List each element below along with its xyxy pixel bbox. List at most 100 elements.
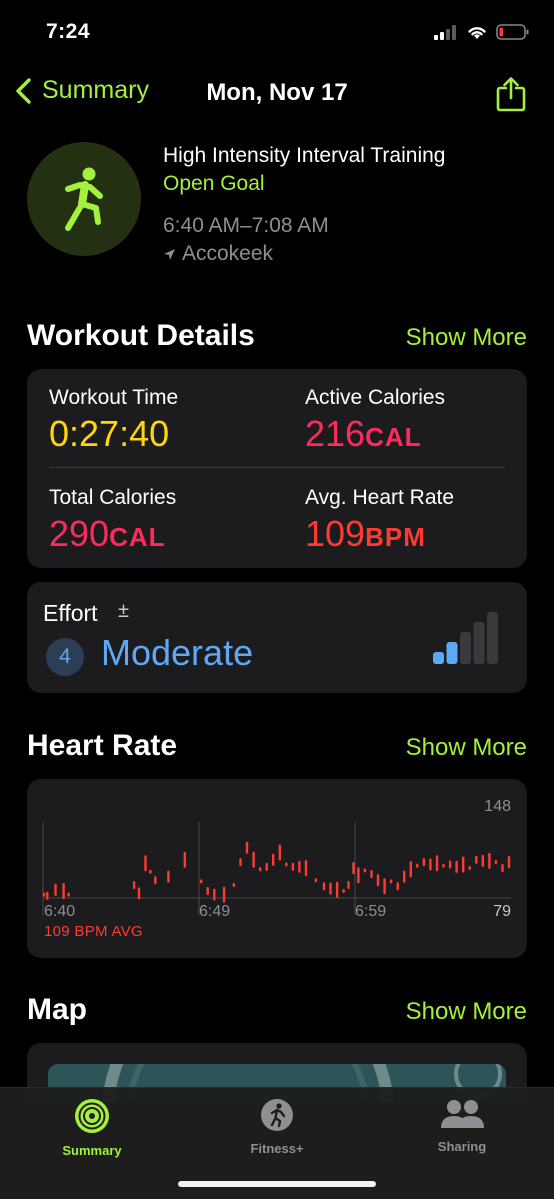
effort-score-badge: 4 xyxy=(46,638,84,676)
heart-rate-point xyxy=(258,867,262,872)
heart-rate-point xyxy=(409,861,412,878)
workout-name: High Intensity Interval Training xyxy=(163,144,446,167)
heart-rate-point xyxy=(435,855,439,872)
heart-rate-point xyxy=(455,860,458,873)
heart-rate-point xyxy=(481,854,484,867)
metric-active-calories: Active Calories 216CAL xyxy=(305,385,445,458)
metric-value: 290CAL xyxy=(49,513,176,558)
heart-rate-point xyxy=(389,879,393,884)
heart-rate-point xyxy=(370,870,373,879)
heart-rate-point xyxy=(62,883,65,899)
metric-total-calories: Total Calories 290CAL xyxy=(49,485,176,558)
workout-goal: Open Goal xyxy=(163,172,265,195)
workout-type-badge xyxy=(27,142,141,256)
status-icons xyxy=(434,24,530,40)
cellular-signal-icon xyxy=(434,24,456,40)
metric-label: Workout Time xyxy=(49,386,179,409)
effort-label: Effort xyxy=(43,600,98,626)
heart-rate-point xyxy=(347,881,350,889)
effort-meter-bar xyxy=(487,612,498,664)
heart-rate-point xyxy=(383,878,386,895)
heart-rate-point xyxy=(376,874,380,887)
metric-unit: CAL xyxy=(109,522,166,552)
metric-label: Active Calories xyxy=(305,386,446,409)
heart-rate-point xyxy=(422,858,426,867)
heart-rate-point xyxy=(167,870,170,883)
details-show-more-link[interactable]: Show More xyxy=(406,324,527,352)
divider xyxy=(49,467,505,468)
effort-meter-bar xyxy=(446,642,458,664)
metric-value: 109BPM xyxy=(305,513,454,558)
heart-rate-point xyxy=(442,863,445,868)
metric-label: Avg. Heart Rate xyxy=(305,486,455,509)
heart-rate-point xyxy=(285,862,288,867)
heart-rate-point xyxy=(222,886,226,903)
heart-rate-point xyxy=(154,876,157,885)
map-show-more-link[interactable]: Show More xyxy=(406,998,527,1026)
heart-rate-point xyxy=(403,870,406,883)
heart-rate-point xyxy=(252,851,255,868)
heart-rate-point xyxy=(239,858,242,867)
page-title: Mon, Nov 17 xyxy=(206,79,348,106)
workout-location: Accokeek xyxy=(163,240,445,268)
heart-rate-point xyxy=(232,883,236,887)
heart-rate-point xyxy=(149,869,152,874)
map-header: Map Show More xyxy=(27,993,527,1033)
share-button[interactable] xyxy=(496,76,526,117)
tab-sharing[interactable]: Sharing xyxy=(392,1098,532,1154)
activity-rings-icon xyxy=(75,1099,109,1133)
workout-time-range: 6:40 AM–7:08 AM xyxy=(163,214,329,237)
heart-rate-point xyxy=(329,882,332,895)
heart-rate-point xyxy=(475,855,478,864)
heart-rate-point xyxy=(132,881,136,889)
metric-number: 290 xyxy=(49,513,110,554)
metric-avg-heart-rate: Avg. Heart Rate 109BPM xyxy=(305,485,454,558)
workout-details-header: Workout Details Show More xyxy=(27,319,527,359)
tab-label: Sharing xyxy=(437,1139,487,1154)
heart-rate-point xyxy=(462,856,465,873)
effort-meter-bar xyxy=(473,622,485,664)
heart-rate-point xyxy=(265,862,268,871)
effort-card[interactable]: Effort ± 4 Moderate xyxy=(27,582,527,693)
heart-rate-point xyxy=(352,862,355,875)
heart-rate-show-more-link[interactable]: Show More xyxy=(406,734,527,762)
heart-rate-point xyxy=(278,844,281,861)
heart-rate-point xyxy=(291,862,295,871)
x-tick-label: 6:49 xyxy=(199,903,230,920)
navigation-bar: Summary Mon, Nov 17 xyxy=(0,66,554,124)
heart-rate-point xyxy=(298,860,301,873)
sharing-people-icon xyxy=(441,1100,484,1128)
heart-rate-card[interactable]: 148 79 6:40 6:49 6:59 109 BPM AVG xyxy=(27,779,527,958)
metric-number: 216 xyxy=(305,413,366,454)
heart-rate-point xyxy=(213,888,216,901)
metric-value: 216CAL xyxy=(305,413,445,458)
heart-rate-point xyxy=(245,841,249,854)
heart-rate-point xyxy=(272,853,275,866)
tab-fitness-plus[interactable]: Fitness+ xyxy=(207,1098,347,1156)
tab-label: Fitness+ xyxy=(250,1141,304,1156)
section-title: Workout Details xyxy=(27,319,255,352)
heart-rate-point xyxy=(342,889,345,893)
section-title: Heart Rate xyxy=(27,729,178,762)
metric-label: Total Calories xyxy=(49,486,177,509)
home-indicator[interactable] xyxy=(178,1181,376,1187)
metric-unit: BPM xyxy=(365,522,426,552)
heart-rate-point xyxy=(54,883,57,896)
metric-number: 109 xyxy=(305,513,366,554)
effort-meter-bar xyxy=(460,632,471,664)
location-label: Accokeek xyxy=(182,242,274,265)
fitness-plus-icon xyxy=(261,1099,293,1131)
heart-rate-point xyxy=(206,887,209,895)
x-tick-label: 6:59 xyxy=(355,903,386,920)
heart-rate-point xyxy=(501,864,504,873)
y-max-label: 148 xyxy=(484,798,511,815)
tab-summary[interactable]: Summary xyxy=(22,1098,162,1158)
heart-rate-point xyxy=(448,860,452,869)
metric-workout-time: Workout Time 0:27:40 xyxy=(49,385,178,455)
heart-rate-average: 109 BPM AVG xyxy=(44,923,143,940)
metric-unit: CAL xyxy=(365,422,422,452)
heart-rate-point xyxy=(416,863,419,868)
hiit-runner-icon xyxy=(65,167,103,231)
heart-rate-point xyxy=(314,878,317,883)
heart-rate-point xyxy=(67,892,70,897)
